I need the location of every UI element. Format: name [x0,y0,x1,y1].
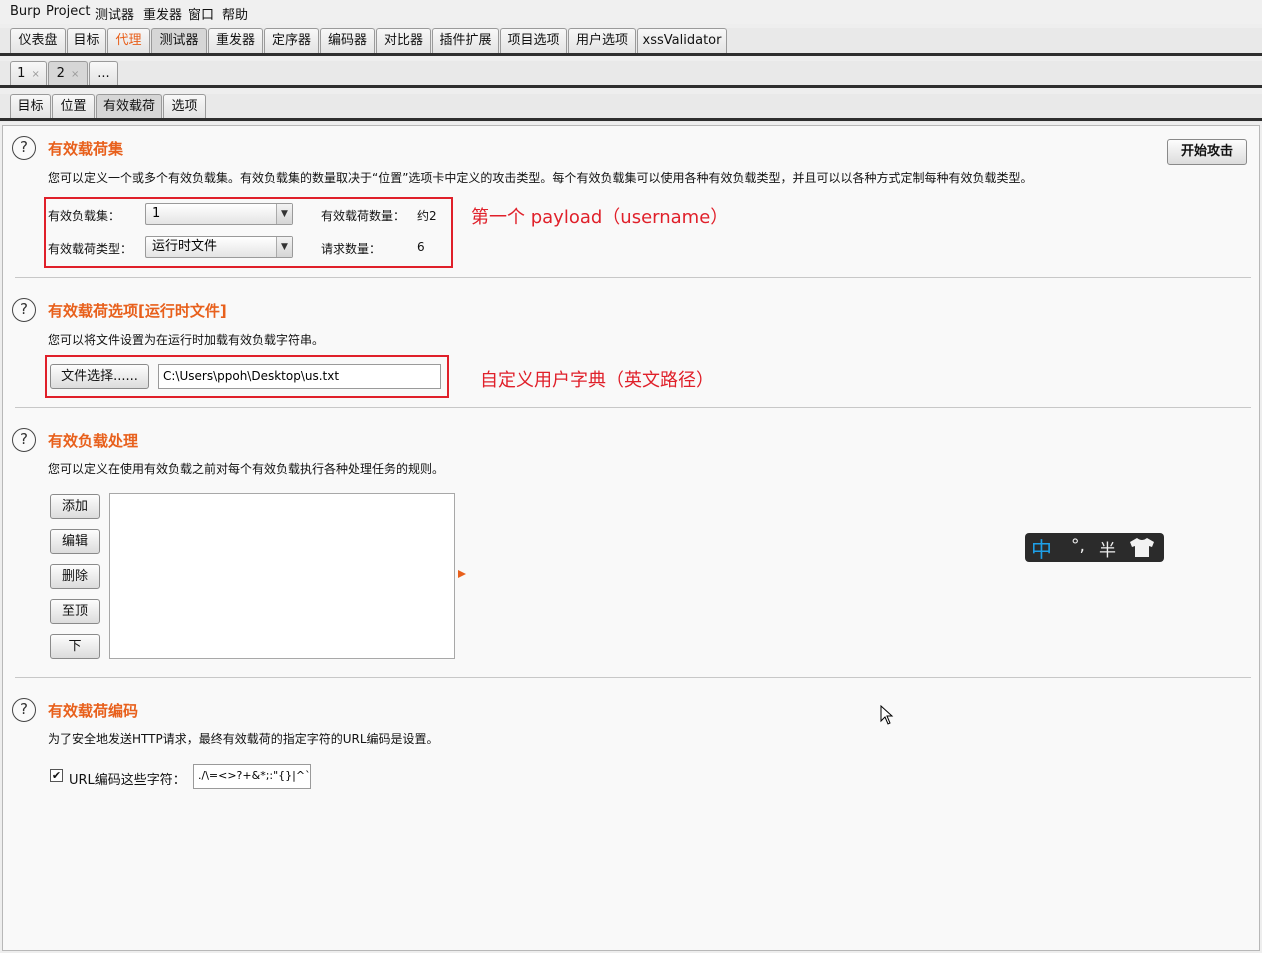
subtab-payloads[interactable]: 有效载荷 [96,94,162,118]
help-icon[interactable]: ? [12,698,36,722]
payload-processing-description: 您可以定义在使用有效负载之前对每个有效负载执行各种处理任务的规则。 [48,462,445,476]
tab-extender[interactable]: 插件扩展 [432,28,499,53]
start-attack-button[interactable]: 开始攻击 [1167,139,1247,165]
attack-tab-1[interactable]: 1 × [10,61,47,85]
close-icon[interactable]: × [31,69,39,80]
url-encode-label: URL编码这些字符： [69,773,186,788]
menu-project[interactable]: Project [46,4,90,19]
tab-comparer[interactable]: 对比器 [376,28,431,53]
help-icon[interactable]: ? [12,298,36,322]
section-title-payload-sets: 有效载荷集 [48,140,124,158]
subtab-target[interactable]: 目标 [10,94,51,118]
subtab-positions[interactable]: 位置 [52,94,95,118]
ime-toolbar[interactable]: 中 °, 半 [1025,533,1164,562]
ime-mode-indicator[interactable]: 中 [1031,534,1052,564]
menu-help[interactable]: 帮助 [222,4,248,23]
close-icon[interactable]: × [71,69,79,80]
main-tab-bar: 仪表盘 目标 代理 测试器 重发器 定序器 编码器 对比器 插件扩展 项目选项 … [0,28,1262,56]
url-encode-checkbox[interactable]: ✔ [50,769,63,782]
annotation-file: 自定义用户字典（英文路径） [480,370,714,391]
tab-bar-divider [0,53,1262,56]
attack-tab-label: 2 [56,66,65,81]
highlight-box-payload-set [44,197,453,268]
section-divider [15,407,1251,408]
tab-target[interactable]: 目标 [67,28,106,53]
menu-bar: Burp Project 测试器 重发器 窗口 帮助 [0,0,1262,24]
payload-sets-description: 您可以定义一个或多个有效负载集。有效负载集的数量取决于“位置”选项卡中定义的攻击… [48,171,1033,185]
tab-intruder[interactable]: 测试器 [151,28,207,53]
processing-rules-list[interactable] [109,493,455,659]
attack-tab-bar: 1 × 2 × ... [0,61,1262,88]
shirt-icon[interactable] [1128,537,1156,558]
tab-proxy[interactable]: 代理 [107,28,150,53]
remove-rule-button[interactable]: 删除 [50,564,100,589]
help-icon[interactable]: ? [12,428,36,452]
tab-decoder[interactable]: 编码器 [320,28,375,53]
add-rule-button[interactable]: 添加 [50,494,100,519]
subtab-options[interactable]: 选项 [163,94,206,118]
section-divider [15,677,1251,678]
tab-sequencer[interactable]: 定序器 [264,28,319,53]
menu-repeater[interactable]: 重发器 [143,4,182,23]
section-divider [15,277,1251,278]
payload-options-description: 您可以将文件设置为在运行时加载有效负载字符串。 [48,333,325,347]
tab-dashboard[interactable]: 仪表盘 [10,28,66,53]
annotation-payload-set: 第一个 payload（username） [471,207,729,228]
menu-burp[interactable]: Burp [10,4,41,19]
highlight-box-file [45,355,449,398]
attack-tab-label: 1 [17,66,26,81]
section-title-payload-encoding: 有效载荷编码 [48,702,139,720]
move-down-button[interactable]: 下 [50,634,100,659]
section-title-payload-options: 有效载荷选项[运行时文件] [48,302,227,320]
ime-punct-indicator[interactable]: °, [1071,536,1085,556]
attack-tab-2[interactable]: 2 × [48,61,88,85]
menu-window[interactable]: 窗口 [188,4,214,23]
move-up-button[interactable]: 至顶 [50,599,100,624]
payload-encoding-description: 为了安全地发送HTTP请求，最终有效载荷的指定字符的URL编码是设置。 [48,732,439,746]
tab-repeater[interactable]: 重发器 [208,28,263,53]
help-icon[interactable]: ? [12,136,36,160]
section-title-payload-processing: 有效负载处理 [48,432,139,450]
tab-user-options[interactable]: 用户选项 [568,28,636,53]
expand-arrow-icon[interactable] [458,570,466,578]
url-encode-chars-input[interactable]: ./\=<>?+&*;:"{}|^` [193,764,311,789]
attack-tab-new[interactable]: ... [89,61,118,85]
tab-project-options[interactable]: 项目选项 [500,28,567,53]
edit-rule-button[interactable]: 编辑 [50,529,100,554]
attack-tab-divider [0,85,1262,88]
menu-intruder[interactable]: 测试器 [95,4,134,23]
sub-tab-divider [0,118,1262,121]
tab-xssvalidator[interactable]: xssValidator [637,28,727,53]
mouse-cursor-icon [880,705,894,725]
ime-width-indicator[interactable]: 半 [1099,536,1116,561]
